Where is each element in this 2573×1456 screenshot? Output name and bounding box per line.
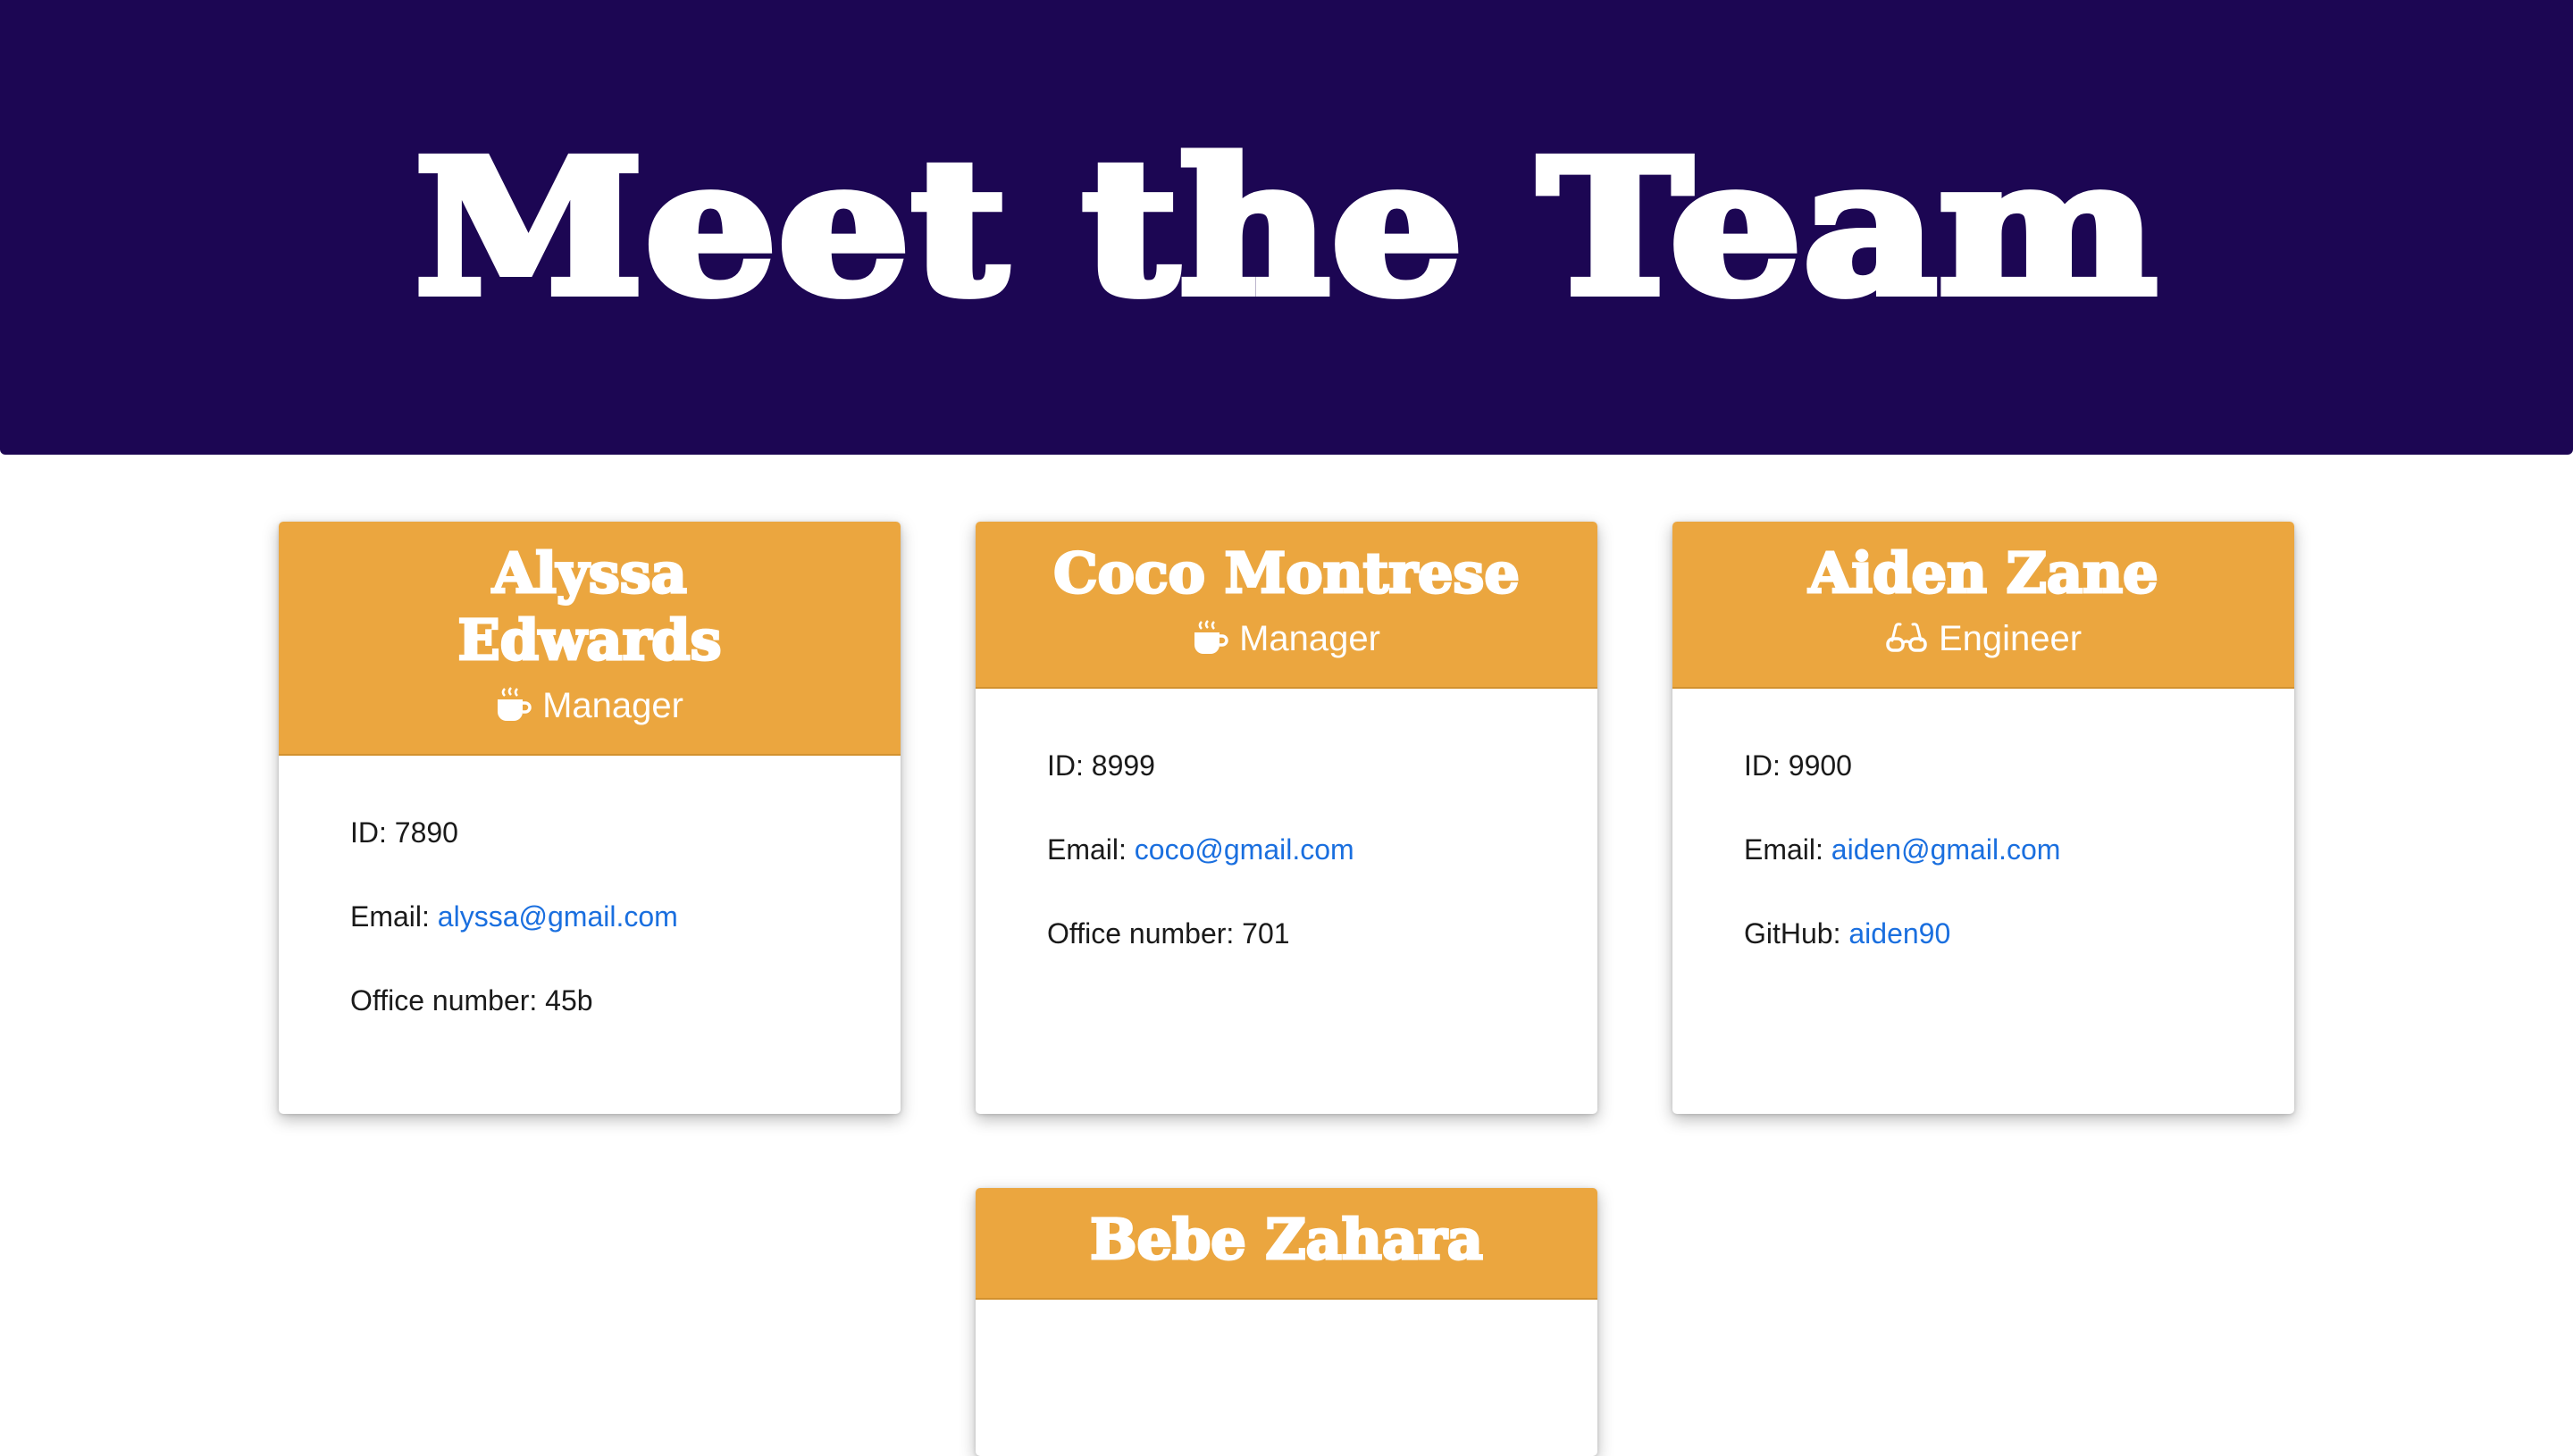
member-name: Alyssa Edwards xyxy=(457,540,723,674)
email-label: Email: xyxy=(350,900,430,933)
glasses-icon xyxy=(1885,621,1928,657)
member-email: Email: alyssa@gmail.com xyxy=(350,899,829,934)
member-email: Email: coco@gmail.com xyxy=(1047,832,1526,867)
id-value: 8999 xyxy=(1091,749,1155,782)
coffee-icon xyxy=(1193,619,1228,658)
member-role: Manager xyxy=(1002,615,1571,662)
id-value: 9900 xyxy=(1788,749,1852,782)
email-link[interactable]: alyssa@gmail.com xyxy=(438,900,678,933)
member-name: Bebe Zahara xyxy=(1089,1206,1485,1274)
office-value: 701 xyxy=(1242,917,1290,950)
card-header: Alyssa Edwards Manager xyxy=(279,522,901,756)
card-header: Coco Montrese Manager xyxy=(976,522,1597,689)
member-name: Coco Montrese xyxy=(1052,540,1521,607)
member-role: Engineer xyxy=(1699,615,2267,662)
member-id: ID: 9900 xyxy=(1744,748,2223,783)
member-role: Manager xyxy=(306,682,874,729)
card-header: Bebe Zahara xyxy=(976,1188,1597,1300)
team-member-card: Bebe Zahara xyxy=(976,1188,1597,1456)
member-role-label: Engineer xyxy=(1938,619,2083,658)
team-member-card: Coco Montrese Manager ID: 8999 Email: co… xyxy=(976,522,1597,1114)
office-label: Office number: xyxy=(1047,917,1235,950)
member-role-label: Manager xyxy=(1239,619,1380,658)
card-header: Aiden Zane Engineer xyxy=(1672,522,2294,689)
id-label: ID: xyxy=(1047,749,1084,782)
id-label: ID: xyxy=(350,816,387,849)
team-member-card: Aiden Zane Engineer ID: 9900 Email: aide… xyxy=(1672,522,2294,1114)
office-label: Office number: xyxy=(350,984,538,1017)
member-name: Aiden Zane xyxy=(1807,540,2159,607)
email-link[interactable]: coco@gmail.com xyxy=(1135,833,1354,866)
card-body: ID: 8999 Email: coco@gmail.com Office nu… xyxy=(976,689,1597,1005)
id-label: ID: xyxy=(1744,749,1781,782)
id-value: 7890 xyxy=(394,816,458,849)
member-id: ID: 8999 xyxy=(1047,748,1526,783)
member-office: Office number: 45b xyxy=(350,983,829,1018)
office-value: 45b xyxy=(545,984,593,1017)
github-label: GitHub: xyxy=(1744,917,1841,950)
github-link[interactable]: aiden90 xyxy=(1848,917,1950,950)
email-label: Email: xyxy=(1744,833,1823,866)
team-member-card: Alyssa Edwards Manager ID: 7890 Email: a… xyxy=(279,522,901,1114)
page-title: Meet the Team xyxy=(409,119,2161,336)
page-header: Meet the Team xyxy=(0,0,2573,455)
card-body: ID: 7890 Email: alyssa@gmail.com Office … xyxy=(279,756,901,1072)
email-label: Email: xyxy=(1047,833,1127,866)
member-id: ID: 7890 xyxy=(350,815,829,850)
card-body: ID: 9900 Email: aiden@gmail.com GitHub: … xyxy=(1672,689,2294,1005)
member-email: Email: aiden@gmail.com xyxy=(1744,832,2223,867)
email-link[interactable]: aiden@gmail.com xyxy=(1831,833,2061,866)
member-role-label: Manager xyxy=(542,686,683,725)
member-office: Office number: 701 xyxy=(1047,916,1526,951)
coffee-icon xyxy=(496,686,532,725)
member-github: GitHub: aiden90 xyxy=(1744,916,2223,951)
